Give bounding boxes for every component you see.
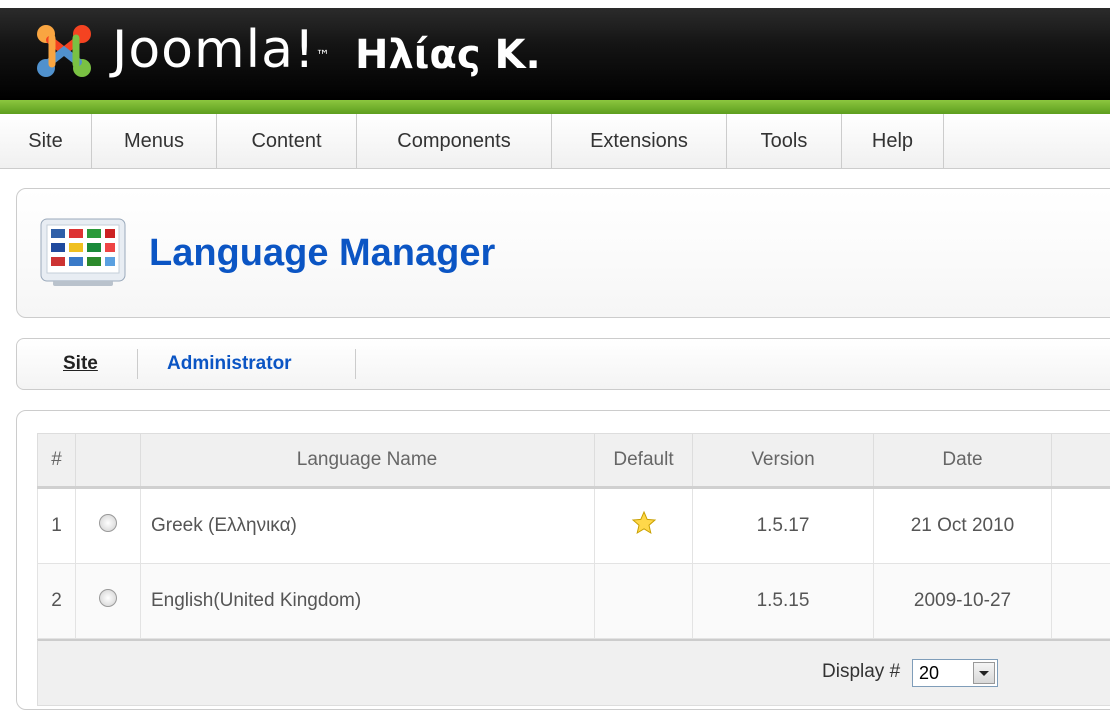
table-header-row: # Language Name Default Version Date [37, 433, 1110, 489]
row-radio-button[interactable] [99, 514, 117, 532]
display-count-value: 20 [919, 663, 940, 683]
menu-menus[interactable]: Menus [92, 114, 217, 168]
menu-tools[interactable]: Tools [727, 114, 842, 168]
table-row[interactable]: 1 Greek (Ελληνικα) 1.5.17 21 Oct 2010 [37, 487, 1110, 564]
row-select-cell [75, 563, 141, 639]
row-radio-button[interactable] [99, 589, 117, 607]
language-name[interactable]: Greek (Ελληνικα) [140, 487, 595, 564]
language-name[interactable]: English(United Kingdom) [140, 563, 595, 639]
column-header-default[interactable]: Default [594, 433, 693, 489]
row-number: 2 [37, 563, 76, 639]
column-header-select [75, 433, 141, 489]
menu-content[interactable]: Content [217, 114, 357, 168]
language-list-panel: # Language Name Default Version Date 1 G… [16, 410, 1110, 710]
extra-cell [1051, 487, 1110, 564]
display-count-select[interactable]: 20 [912, 659, 998, 687]
extra-cell [1051, 563, 1110, 639]
row-number: 1 [37, 487, 76, 564]
column-header-number[interactable]: # [37, 433, 76, 489]
default-star-icon[interactable] [631, 510, 657, 536]
chevron-down-icon[interactable] [973, 662, 995, 684]
subtab-divider [355, 349, 356, 379]
subtab-divider [137, 349, 138, 379]
default-cell [594, 563, 693, 639]
joomla-wordmark: Joomla!™ [112, 20, 331, 80]
menu-components[interactable]: Components [357, 114, 552, 168]
title-panel: Language Manager [16, 188, 1110, 318]
subtab-administrator[interactable]: Administrator [167, 339, 292, 389]
column-header-language-name[interactable]: Language Name [140, 433, 595, 489]
menu-extensions[interactable]: Extensions [552, 114, 727, 168]
language-table-wrapper: # Language Name Default Version Date 1 G… [37, 433, 1110, 706]
column-header-date[interactable]: Date [873, 433, 1052, 489]
row-select-cell [75, 487, 141, 564]
site-name: Ηλίας Κ. [355, 32, 541, 78]
header-accent-bar [0, 100, 1110, 114]
menu-site[interactable]: Site [0, 114, 92, 168]
joomla-header: Joomla!™ Ηλίας Κ. [0, 8, 1110, 114]
language-date: 21 Oct 2010 [873, 487, 1052, 564]
flags-icon [40, 218, 126, 286]
page-title: Language Manager [149, 232, 496, 274]
menu-help[interactable]: Help [842, 114, 944, 168]
default-cell [594, 487, 693, 564]
column-header-version[interactable]: Version [692, 433, 874, 489]
display-count-label: Display # [822, 661, 901, 682]
subtab-bar: Site Administrator [16, 338, 1110, 390]
language-version: 1.5.17 [692, 487, 874, 564]
subtab-site[interactable]: Site [63, 339, 98, 389]
language-table: # Language Name Default Version Date 1 G… [37, 433, 1110, 639]
table-footer: Display # 20 [37, 639, 1110, 706]
language-version: 1.5.15 [692, 563, 874, 639]
column-header-extra [1051, 433, 1110, 489]
joomla-logo-icon [37, 25, 91, 77]
table-row[interactable]: 2 English(United Kingdom) 1.5.15 2009-10… [37, 563, 1110, 639]
main-menu-bar: Site Menus Content Components Extensions… [0, 114, 1110, 169]
language-date: 2009-10-27 [873, 563, 1052, 639]
